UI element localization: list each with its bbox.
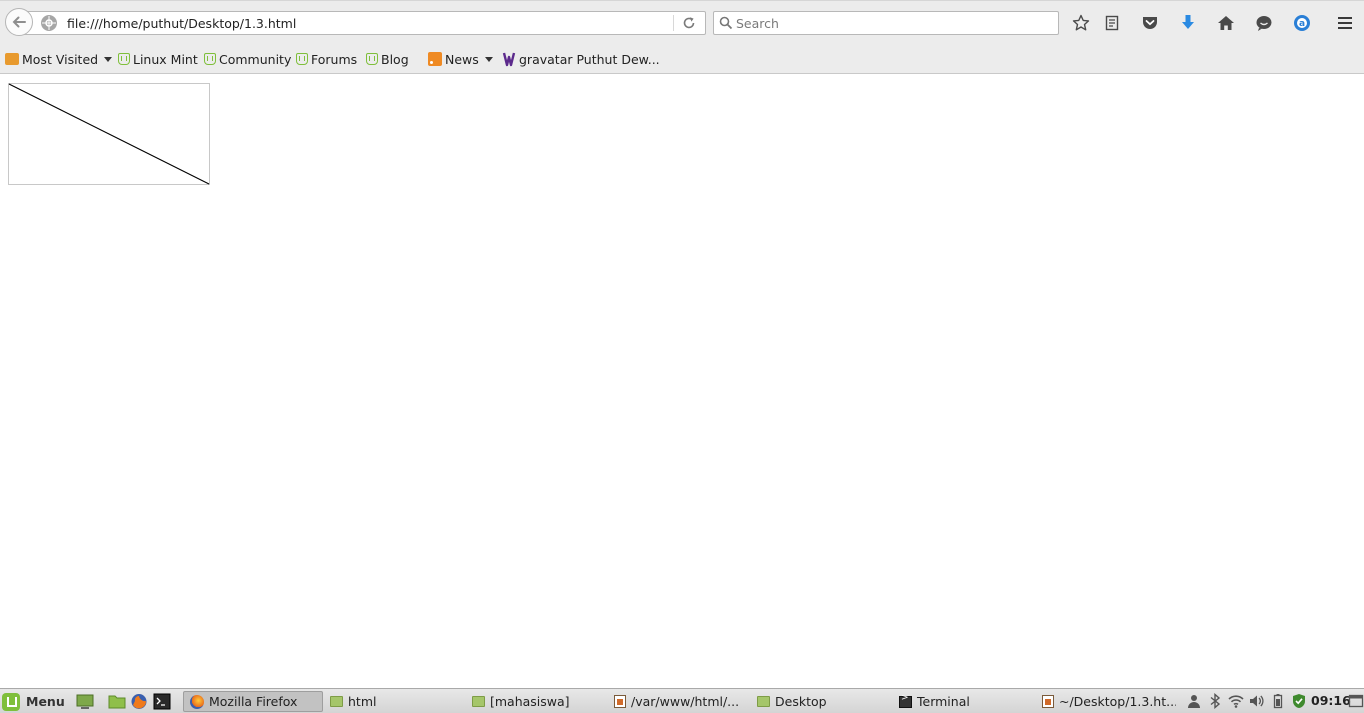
folder-icon [757,696,770,707]
bookmark-forums[interactable]: Forums [296,50,357,68]
navigation-toolbar: file:///home/puthut/Desktop/1.3.html Sea… [0,0,1364,44]
bookmark-label: Blog [381,51,409,67]
bookmark-linux-mint[interactable]: Linux Mint [118,50,198,68]
update-manager-shield-icon[interactable] [1291,693,1307,709]
firefox-icon [190,694,204,709]
show-desktop-icon[interactable] [76,693,94,710]
chat-hello-icon[interactable] [1252,11,1276,35]
task-terminal[interactable]: Terminal [893,691,1033,712]
bookmarks-toolbar: Most Visited Linux Mint Community Forums… [0,44,1364,74]
gravatar-icon [502,52,516,67]
clock[interactable]: 09:16 [1311,693,1351,708]
chevron-down-icon [104,56,113,62]
home-icon[interactable] [1214,11,1238,35]
bookmark-star-icon[interactable] [1069,11,1093,35]
bookmark-label: Forums [311,51,358,67]
user-icon[interactable] [1186,693,1202,709]
bookmark-label: gravatar Puthut Dew... [519,51,660,67]
task-label: Terminal [917,694,970,709]
search-input[interactable] [736,15,1052,31]
linux-mint-logo-icon [2,692,20,711]
folder-icon [472,696,485,707]
bookmark-label: News [445,51,479,67]
reload-icon[interactable] [679,14,699,32]
task-desktop-folder[interactable]: Desktop [751,691,891,712]
task-html-folder[interactable]: html [324,691,464,712]
task-label: Mozilla Firefox [209,694,298,709]
wifi-icon[interactable] [1228,693,1244,709]
task-text-editor[interactable]: /var/www/html/... [608,691,748,712]
svg-text:a: a [1299,19,1305,29]
bookmark-label: Most Visited [22,51,99,67]
task-label: Desktop [775,694,827,709]
bookmark-community[interactable]: Community [204,50,291,68]
account-icon[interactable]: a [1290,11,1314,35]
back-arrow-icon [12,16,26,28]
menu-label: Menu [26,694,65,709]
terminal-launcher-icon[interactable] [153,693,171,710]
search-icon [719,16,733,30]
terminal-icon [899,693,912,708]
task-label: [mahasiswa] [490,694,570,709]
window-list-icon[interactable] [1348,693,1364,709]
bookmark-label: Linux Mint [133,51,198,67]
task-firefox[interactable]: Mozilla Firefox [183,691,323,712]
url-text[interactable]: file:///home/puthut/Desktop/1.3.html [67,16,296,31]
firefox-window: file:///home/puthut/Desktop/1.3.html Sea… [0,0,1364,688]
linux-mint-icon [118,53,130,65]
bookmark-gravatar[interactable]: gravatar Puthut Dew... [502,50,660,68]
text-editor-icon [614,695,626,708]
task-mahasiswa-folder[interactable]: [mahasiswa] [466,691,606,712]
file-manager-icon[interactable] [108,693,126,710]
linux-mint-icon [366,53,378,65]
linux-mint-icon [204,53,216,65]
taskbar-panel: Menu Mozilla Firefox html [mahasiswa] /v… [0,688,1364,713]
battery-icon[interactable] [1270,693,1286,709]
volume-icon[interactable] [1248,693,1264,709]
search-bar[interactable] [713,11,1059,35]
rss-feed-icon [428,52,442,66]
back-button[interactable] [5,8,33,36]
linux-mint-icon [296,53,308,65]
bookmark-most-visited[interactable]: Most Visited [5,50,113,68]
firefox-launcher-icon[interactable] [130,693,148,710]
page-content [0,75,1364,688]
menu-button[interactable]: Menu [2,691,71,712]
task-label: html [348,694,377,709]
hamburger-menu-icon[interactable] [1333,11,1357,35]
bookmark-news[interactable]: News [428,50,493,68]
task-editor-desktop-file[interactable]: ~/Desktop/1.3.ht... [1036,691,1176,712]
bookmark-label: Community [219,51,292,67]
bookmark-folder-icon [5,53,19,65]
bookmarks-menu-icon[interactable] [1100,11,1124,35]
task-label: ~/Desktop/1.3.ht... [1059,694,1176,709]
chevron-down-icon [484,56,493,62]
bluetooth-icon[interactable] [1207,693,1223,709]
pocket-icon[interactable] [1138,11,1162,35]
url-bar[interactable]: file:///home/puthut/Desktop/1.3.html [22,11,706,35]
site-identity-icon[interactable] [41,15,57,31]
url-divider [673,15,674,31]
canvas-element [8,83,210,185]
text-editor-icon [1042,695,1054,708]
download-icon[interactable] [1176,11,1200,35]
folder-icon [330,696,343,707]
task-label: /var/www/html/... [631,694,740,709]
bookmark-blog[interactable]: Blog [366,50,409,68]
